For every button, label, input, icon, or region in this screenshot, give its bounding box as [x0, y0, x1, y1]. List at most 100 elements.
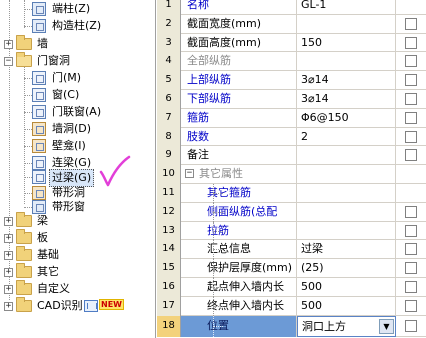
table-row[interactable]: 7 箍筋 Φ6@150 — [157, 108, 426, 128]
property-value[interactable]: 3⌀14 — [297, 90, 396, 109]
collapse-toggle-icon[interactable]: − — [4, 57, 13, 66]
expand-toggle-icon[interactable]: + — [4, 251, 13, 260]
property-value[interactable]: 500 — [297, 296, 396, 316]
property-value[interactable] — [297, 202, 396, 222]
property-value[interactable]: 500 — [297, 278, 396, 297]
property-name: 汇总信息 — [181, 240, 297, 260]
tree-item-label: 门窗洞 — [37, 54, 70, 67]
property-name: 侧面纵筋(总配 — [181, 202, 297, 222]
attach-checkbox[interactable] — [405, 224, 417, 237]
tree-item-other[interactable]: + 其它 — [0, 263, 155, 281]
attach-checkbox[interactable] — [405, 320, 417, 332]
attach-checkbox[interactable] — [405, 55, 417, 68]
tree-item-door-window[interactable]: 门联窗(A) — [0, 103, 155, 121]
tree-item-door-window-opening[interactable]: − 门窗洞 — [0, 52, 155, 70]
folder-icon — [16, 229, 32, 244]
tree-item-end-column[interactable]: 端柱(Z) — [0, 0, 155, 18]
table-row[interactable]: 2 截面宽度(mm) — [157, 14, 426, 34]
expand-toggle-icon[interactable]: + — [4, 268, 13, 277]
attach-checkbox[interactable] — [405, 17, 417, 30]
table-row-selected[interactable]: 18 位置 洞口上方 ▼ — [157, 316, 426, 337]
attach-checkbox[interactable] — [405, 281, 417, 293]
property-value[interactable] — [297, 221, 396, 241]
table-row-group[interactable]: 10 − 其它属性 — [157, 165, 426, 184]
component-tree: 端柱(Z) 构造柱(Z) + 墙 − 门窗洞 门(M) 窗(C) 门联窗(A) … — [0, 0, 156, 338]
tree-item-window[interactable]: 窗(C) — [0, 86, 155, 104]
property-value[interactable]: 过梁 — [297, 240, 396, 260]
table-row[interactable]: 13 拉筋 — [157, 221, 426, 241]
attach-checkbox[interactable] — [405, 111, 417, 124]
expand-toggle-icon[interactable]: + — [4, 234, 13, 243]
window-icon — [32, 88, 46, 102]
tree-item-beam[interactable]: + 梁 — [0, 212, 155, 230]
table-row[interactable]: 1 名称 GL-1 — [157, 0, 426, 15]
property-group-name: − 其它属性 — [181, 165, 297, 184]
new-badge: NEW — [99, 299, 124, 310]
collapse-toggle-icon[interactable]: − — [185, 169, 194, 179]
tree-item-slab[interactable]: + 板 — [0, 229, 155, 247]
property-name: 拉筋 — [181, 221, 297, 241]
table-row[interactable]: 17 终点伸入墙内长 500 — [157, 296, 426, 316]
property-value[interactable] — [297, 184, 396, 203]
folder-open-icon — [16, 52, 32, 67]
tree-item-label: 梁 — [37, 214, 48, 227]
chevron-down-icon[interactable]: ▼ — [379, 319, 394, 334]
table-row[interactable]: 5 上部纵筋 3⌀14 — [157, 71, 426, 90]
tree-item-niche[interactable]: 壁龛(I) — [0, 137, 155, 155]
table-row[interactable]: 16 起点伸入墙内长 500 — [157, 278, 426, 297]
table-row[interactable]: 12 侧面纵筋(总配 — [157, 202, 426, 222]
tree-item-wall-hole[interactable]: 墙洞(D) — [0, 120, 155, 138]
table-row[interactable]: 8 肢数 2 — [157, 127, 426, 147]
tree-item-label: 板 — [37, 231, 48, 244]
tree-item-foundation[interactable]: + 基础 — [0, 246, 155, 264]
table-row[interactable]: 3 截面高度(mm) 150 — [157, 33, 426, 53]
table-row[interactable]: 4 全部纵筋 — [157, 52, 426, 72]
property-value[interactable]: GL-1 — [297, 0, 396, 15]
expand-toggle-icon[interactable]: + — [4, 40, 13, 49]
attach-checkbox[interactable] — [405, 74, 417, 87]
property-value[interactable]: (25) — [297, 259, 396, 278]
attach-checkbox[interactable] — [405, 205, 417, 218]
property-name: 保护层厚度(mm) — [181, 259, 297, 278]
tree-item-door[interactable]: 门(M) — [0, 69, 155, 87]
property-value[interactable] — [297, 52, 396, 72]
property-name: 名称 — [181, 0, 297, 15]
expand-toggle-icon[interactable]: + — [4, 302, 13, 311]
property-value[interactable]: Φ6@150 — [297, 108, 396, 128]
attach-checkbox[interactable] — [405, 262, 417, 275]
property-name: 截面高度(mm) — [181, 33, 297, 53]
attach-checkbox[interactable] — [405, 243, 417, 256]
table-row[interactable]: 11 其它箍筋 — [157, 184, 426, 203]
door-icon — [32, 71, 46, 85]
table-row[interactable]: 15 保护层厚度(mm) (25) — [157, 259, 426, 278]
expand-toggle-icon[interactable]: + — [4, 285, 13, 294]
tree-item-wall[interactable]: + 墙 — [0, 35, 155, 53]
tree-item-label: 窗(C) — [52, 88, 80, 101]
attach-checkbox[interactable] — [405, 93, 417, 105]
pink-checkmark-annotation-icon — [99, 155, 131, 187]
attach-checkbox[interactable] — [405, 299, 417, 312]
folder-icon — [16, 263, 32, 278]
attach-checkbox[interactable] — [405, 36, 417, 49]
property-name: 上部纵筋 — [181, 71, 297, 90]
property-value[interactable] — [297, 14, 396, 34]
tree-item-cad-recognition[interactable]: + CAD识别 NEW — [0, 297, 155, 315]
tree-item-label: 墙 — [37, 37, 48, 50]
tree-item-structural-column[interactable]: 构造柱(Z) — [0, 17, 155, 35]
property-name: 位置 — [181, 316, 297, 337]
table-row[interactable]: 6 下部纵筋 3⌀14 — [157, 90, 426, 109]
table-row[interactable]: 14 汇总信息 过梁 — [157, 240, 426, 260]
attach-checkbox[interactable] — [405, 130, 417, 143]
property-value[interactable]: 150 — [297, 33, 396, 53]
table-row[interactable]: 9 备注 — [157, 146, 426, 166]
property-value — [297, 165, 396, 184]
property-value[interactable]: 3⌀14 — [297, 71, 396, 90]
position-select[interactable]: 洞口上方 ▼ — [297, 316, 396, 337]
attach-checkbox[interactable] — [405, 149, 417, 162]
property-value[interactable]: 2 — [297, 127, 396, 147]
niche-icon — [32, 139, 46, 153]
tree-item-custom[interactable]: + 自定义 — [0, 280, 155, 298]
expand-toggle-icon[interactable]: + — [4, 217, 13, 226]
folder-icon — [16, 246, 32, 261]
property-value[interactable] — [297, 146, 396, 166]
